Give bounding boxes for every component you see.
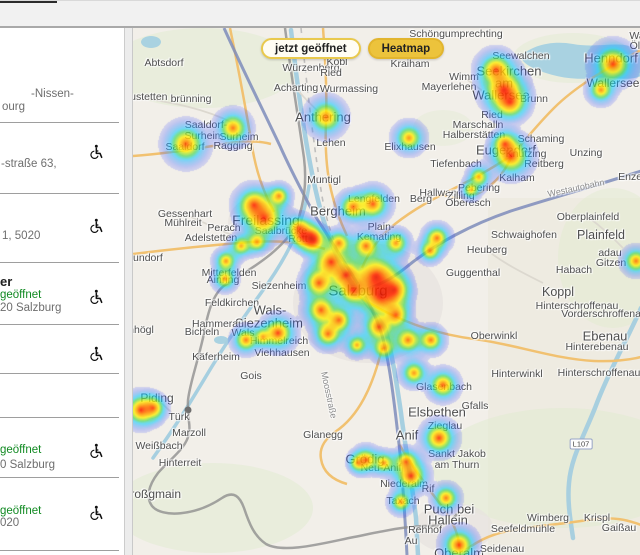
result-divider xyxy=(0,262,119,263)
result-text-fragment: geöffnet xyxy=(0,289,41,302)
wheelchair-icon xyxy=(88,289,104,305)
wheelchair-icon xyxy=(88,505,104,521)
result-divider xyxy=(0,373,119,374)
wheelchair-icon xyxy=(88,443,104,459)
browser-tab-edge xyxy=(0,1,57,3)
heatmap-toggle-button[interactable]: Heatmap xyxy=(368,38,445,59)
basemap xyxy=(133,28,640,555)
results-list[interactable]: -Nissen-ourg-straße 63,1, 5020ergeöffnet… xyxy=(0,28,124,555)
result-divider xyxy=(0,122,119,123)
result-text-fragment: ourg xyxy=(2,101,25,114)
result-divider xyxy=(0,550,119,551)
window-topbar xyxy=(0,0,640,28)
road-ref-badge: L107 xyxy=(570,439,593,450)
result-text-fragment: 1, 5020 xyxy=(2,230,40,243)
result-divider xyxy=(0,324,119,325)
result-text-fragment: -Nissen- xyxy=(31,88,74,101)
map-viewport[interactable]: SchöngumprechtingAbtsdorfWürzenbergKoblR… xyxy=(132,28,640,555)
app-content: -Nissen-ourg-straße 63,1, 5020ergeöffnet… xyxy=(0,28,640,555)
result-divider xyxy=(0,193,119,194)
heatmap-toggle-label: Heatmap xyxy=(382,43,431,55)
result-divider xyxy=(0,477,119,478)
result-text-fragment: 020 xyxy=(0,517,19,530)
result-text-fragment: -straße 63, xyxy=(1,158,57,171)
result-text-fragment: 20 Salzburg xyxy=(0,302,61,315)
wheelchair-icon xyxy=(88,218,104,234)
result-divider xyxy=(0,417,119,418)
open-now-filter-label: jetzt geöffnet xyxy=(275,43,347,55)
wheelchair-icon xyxy=(88,346,104,362)
open-now-filter-button[interactable]: jetzt geöffnet xyxy=(261,38,361,59)
result-text-fragment: 0 Salzburg xyxy=(0,459,55,472)
result-text-fragment: geöffnet xyxy=(0,444,41,457)
sidebar-scrollbar[interactable] xyxy=(124,28,132,555)
map-filter-bar: jetzt geöffnet Heatmap xyxy=(261,38,444,59)
result-text-fragment: er xyxy=(0,275,12,288)
wheelchair-icon xyxy=(88,144,104,160)
